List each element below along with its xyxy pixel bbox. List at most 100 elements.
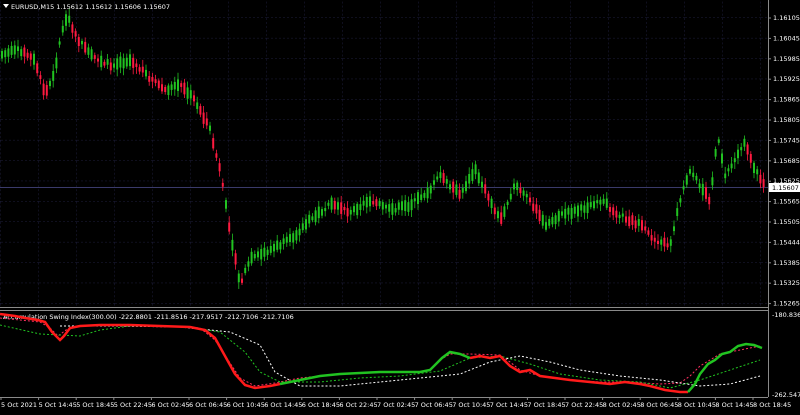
- candle-body: [141, 66, 144, 73]
- candle-body: [228, 222, 231, 232]
- price-axis[interactable]: 1.16105 1.16045 1.15985 1.15925 1.15865 1.158…: [768, 14, 800, 308]
- candle-body: [74, 31, 77, 37]
- candle-body: [442, 173, 445, 183]
- asi-main-line-red: [0, 312, 281, 390]
- candle-body: [676, 208, 679, 216]
- candle-body: [708, 196, 711, 205]
- candle-body: [391, 203, 394, 215]
- candle-body: [282, 238, 285, 244]
- candle-body: [500, 212, 503, 224]
- candle-body: [653, 237, 656, 242]
- candle-body: [727, 168, 730, 172]
- candle-body: [247, 261, 250, 267]
- candle-body: [23, 47, 26, 57]
- candle-body: [701, 183, 704, 196]
- candle-body: [29, 53, 32, 60]
- candle-body: [263, 247, 266, 257]
- candle-body: [490, 198, 493, 209]
- candle-body: [423, 192, 426, 198]
- candle-body: [439, 172, 442, 179]
- candle-body: [58, 41, 61, 45]
- candle-body: [218, 163, 221, 172]
- candle-body: [522, 190, 525, 196]
- candle-body: [119, 56, 122, 68]
- candle-body: [724, 173, 727, 179]
- time-axis-label: 8 Oct 18:45: [753, 401, 791, 409]
- candle-body: [669, 239, 672, 246]
- candle-body: [180, 83, 183, 87]
- indicator-axis-bottom: -262.5479: [772, 391, 800, 399]
- candle-body: [285, 236, 288, 243]
- candle-body: [61, 25, 64, 33]
- asi-signal-line-green: [0, 324, 761, 389]
- time-axis-label: 7 Oct 06:45: [415, 401, 453, 409]
- chart-window[interactable]: EURUSD,M15 1.15612 1.15612 1.15606 1.156…: [0, 0, 800, 411]
- candle-body: [269, 246, 272, 253]
- candle-body: [327, 202, 330, 206]
- time-axis-label: 6 Oct 14:45: [264, 401, 302, 409]
- candle-body: [164, 86, 167, 92]
- candle-body: [465, 181, 467, 192]
- candle-body: [593, 201, 595, 209]
- candle-body: [468, 173, 471, 184]
- candle-body: [372, 201, 375, 205]
- candle-body: [257, 251, 259, 258]
- candle-body: [762, 179, 765, 188]
- candle-body: [589, 202, 592, 208]
- price-chart-svg[interactable]: EURUSD,M15 1.15612 1.15612 1.15606 1.156…: [0, 0, 800, 411]
- candle-body: [717, 139, 720, 143]
- candle-body: [689, 169, 691, 174]
- candle-body: [452, 181, 455, 193]
- indicator-axis-top: -180.8367: [772, 311, 800, 319]
- candle-body: [356, 203, 359, 216]
- candle-body: [554, 215, 557, 225]
- candle-body: [68, 15, 71, 23]
- candle-body: [564, 208, 567, 219]
- candle-body: [394, 208, 397, 213]
- candle-body: [599, 199, 602, 205]
- candle-body: [407, 202, 410, 212]
- candle-body: [151, 76, 154, 82]
- time-axis[interactable]: 5 Oct 2021 5 Oct 14:45 5 Oct 18:45 5 Oct 22…: [0, 397, 791, 409]
- candle-body: [65, 14, 67, 26]
- candle-body: [404, 200, 407, 212]
- price-axis-label: 1.15865: [773, 96, 800, 104]
- candle-body: [615, 210, 618, 218]
- candle-body: [746, 144, 749, 155]
- candle-body: [196, 102, 199, 109]
- candle-body: [509, 193, 512, 200]
- candle-body: [743, 138, 746, 147]
- candle-body: [682, 186, 685, 190]
- candle-body: [39, 75, 42, 79]
- candle-body: [311, 216, 314, 221]
- candle-body: [663, 237, 666, 247]
- candle-body: [577, 205, 579, 217]
- candle-body: [253, 254, 256, 259]
- candle-body: [557, 210, 560, 222]
- current-price-label: 1.15607: [772, 184, 799, 192]
- candle-body: [125, 57, 128, 67]
- candle-body: [605, 198, 608, 208]
- price-axis-label: 1.15565: [773, 198, 800, 206]
- candle-body: [477, 172, 480, 184]
- candle-body: [273, 243, 275, 252]
- candle-body: [324, 208, 327, 212]
- candle-body: [36, 63, 39, 74]
- candle-body: [122, 58, 125, 69]
- indicator-header: Accumulation Swing Index(300.00) -222.88…: [3, 313, 294, 321]
- candle-body: [417, 192, 419, 204]
- candle-body: [634, 220, 637, 229]
- candle-body: [359, 204, 362, 210]
- candle-body: [314, 210, 317, 223]
- candle-body: [548, 218, 551, 226]
- candle-body: [621, 213, 624, 217]
- candle-body: [106, 59, 109, 65]
- candle-body: [221, 182, 224, 187]
- candle-body: [362, 200, 365, 206]
- candle-body: [135, 63, 138, 67]
- candle-body: [116, 58, 119, 70]
- price-axis-label: 1.16105: [773, 14, 800, 22]
- candle-body: [84, 41, 87, 53]
- price-axis-label: 1.15985: [773, 55, 800, 63]
- candle-body: [666, 243, 669, 248]
